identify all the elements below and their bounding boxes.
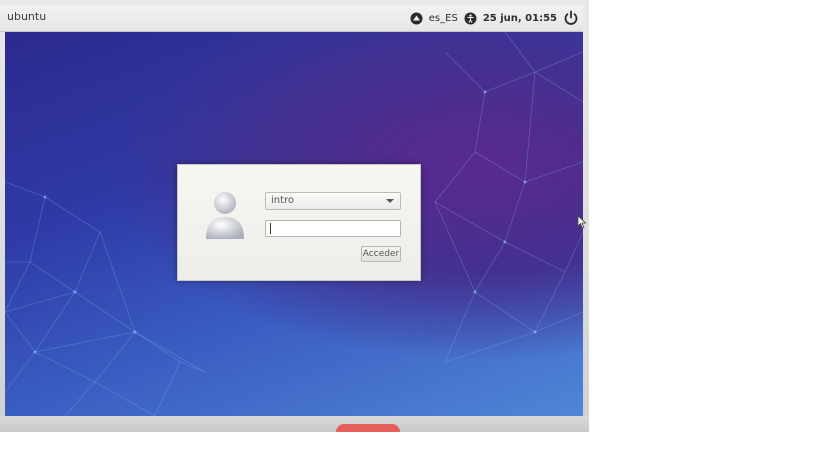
app-name: ubuntu [7,10,47,23]
power-icon[interactable] [563,10,579,26]
user-select[interactable]: intro [265,192,401,210]
text-caret [270,223,271,234]
chevron-down-icon[interactable] [386,199,394,203]
user-avatar-icon [202,187,248,241]
login-button[interactable]: Acceder [361,246,401,262]
mouse-cursor-icon [577,214,587,233]
accessibility-icon[interactable] [464,12,477,25]
monitor-bezel [0,416,589,432]
network-icon[interactable] [410,12,423,25]
keyboard-layout-indicator[interactable]: es_ES [429,13,458,24]
power-led [336,424,400,432]
password-field[interactable] [265,220,401,237]
login-dialog: intro Acceder [177,164,421,281]
monitor-photo: ubuntu es_ES 25 jun, 01:55 intro Acceder [0,0,589,432]
indicator-area: es_ES 25 jun, 01:55 [410,8,579,28]
login-wallpaper: intro Acceder [5,32,583,416]
top-panel: ubuntu es_ES 25 jun, 01:55 [0,5,583,32]
clock[interactable]: 25 jun, 01:55 [483,13,557,24]
user-select-value: intro [271,195,295,206]
